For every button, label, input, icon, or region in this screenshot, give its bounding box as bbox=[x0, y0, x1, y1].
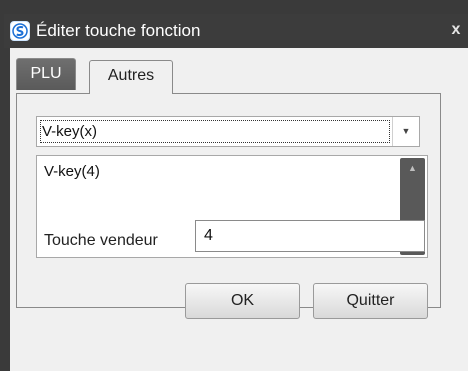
quit-button[interactable]: Quitter bbox=[313, 283, 428, 319]
close-icon[interactable]: x bbox=[446, 20, 466, 40]
touche-vendeur-input[interactable]: 4 bbox=[195, 220, 425, 252]
scroll-up-icon[interactable]: ▲ bbox=[400, 158, 425, 178]
title-bar[interactable]: Éditer touche fonction x bbox=[4, 14, 468, 48]
chevron-down-icon[interactable]: ▼ bbox=[392, 117, 419, 146]
tab-autres[interactable]: Autres bbox=[89, 60, 173, 94]
function-text-content: V-key(4) bbox=[44, 163, 100, 180]
ok-button[interactable]: OK bbox=[185, 283, 300, 319]
app-logo-icon bbox=[10, 21, 30, 41]
function-select-value: V-key(x) bbox=[40, 120, 390, 143]
touche-vendeur-label: Touche vendeur bbox=[44, 232, 158, 249]
window-title: Éditer touche fonction bbox=[36, 21, 201, 40]
function-select[interactable]: V-key(x) ▼ bbox=[36, 116, 420, 147]
tab-plu[interactable]: PLU bbox=[16, 58, 76, 90]
